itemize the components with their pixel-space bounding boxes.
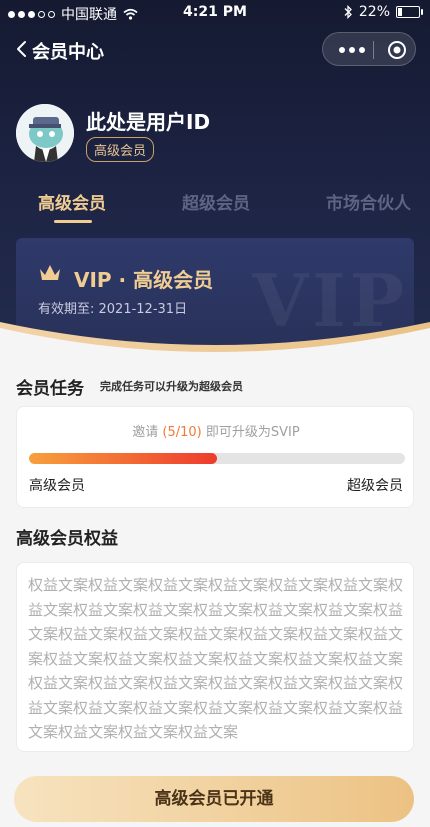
vip-expiry: 有效期至: 2021-12-31日	[38, 298, 187, 317]
back-icon[interactable]	[12, 38, 34, 60]
benefits-text: 权益文案权益文案权益文案权益文案权益文案权益文案权益文案权益文案权益文案权益文案…	[16, 562, 414, 752]
progress-track	[29, 453, 405, 464]
progress-fill	[29, 453, 217, 464]
vip-title: VIP · 高级会员	[74, 268, 214, 292]
membership-activated-button[interactable]: 高级会员已开通	[14, 776, 414, 822]
battery-icon	[396, 6, 423, 18]
tasks-title: 会员任务	[16, 379, 84, 399]
header-curve	[0, 322, 430, 366]
invite-progress-text: 邀请 (5/10) 即可升级为SVIP	[17, 421, 415, 440]
task-card: 邀请 (5/10) 即可升级为SVIP 高级会员 超级会员	[16, 406, 414, 508]
page-title: 会员中心	[32, 42, 104, 63]
avatar-image	[16, 104, 74, 162]
next-level-label: 超级会员	[347, 478, 403, 494]
capsule-divider	[373, 41, 374, 59]
tasks-hint: 完成任务可以升级为超级会员	[100, 380, 243, 393]
tab-super-member[interactable]: 超级会员	[182, 189, 250, 214]
invite-count: (5/10)	[162, 425, 202, 440]
bluetooth-icon	[344, 5, 352, 19]
avatar[interactable]	[16, 104, 74, 162]
invite-suffix: 即可升级为SVIP	[201, 425, 300, 440]
user-id: 此处是用户ID	[86, 110, 211, 134]
tab-advanced-member[interactable]: 高级会员	[38, 189, 106, 214]
status-bar: 中国联通 4:21 PM 22%	[0, 0, 430, 26]
more-icon[interactable]	[339, 47, 365, 53]
tab-market-partner[interactable]: 市场合伙人	[326, 189, 411, 214]
close-target-icon[interactable]	[387, 40, 407, 60]
battery-percent: 22%	[358, 4, 390, 20]
member-level-badge: 高级会员	[86, 137, 155, 162]
nav-bar: 会员中心	[0, 30, 430, 70]
mini-program-capsule	[322, 32, 416, 66]
expiry-date: 2021-12-31日	[98, 302, 188, 317]
invite-prefix: 邀请	[132, 425, 163, 440]
crown-icon	[40, 265, 60, 280]
current-level-label: 高级会员	[29, 478, 85, 494]
expiry-label: 有效期至:	[38, 302, 99, 317]
active-tab-indicator	[54, 220, 92, 223]
benefits-title: 高级会员权益	[16, 529, 118, 549]
